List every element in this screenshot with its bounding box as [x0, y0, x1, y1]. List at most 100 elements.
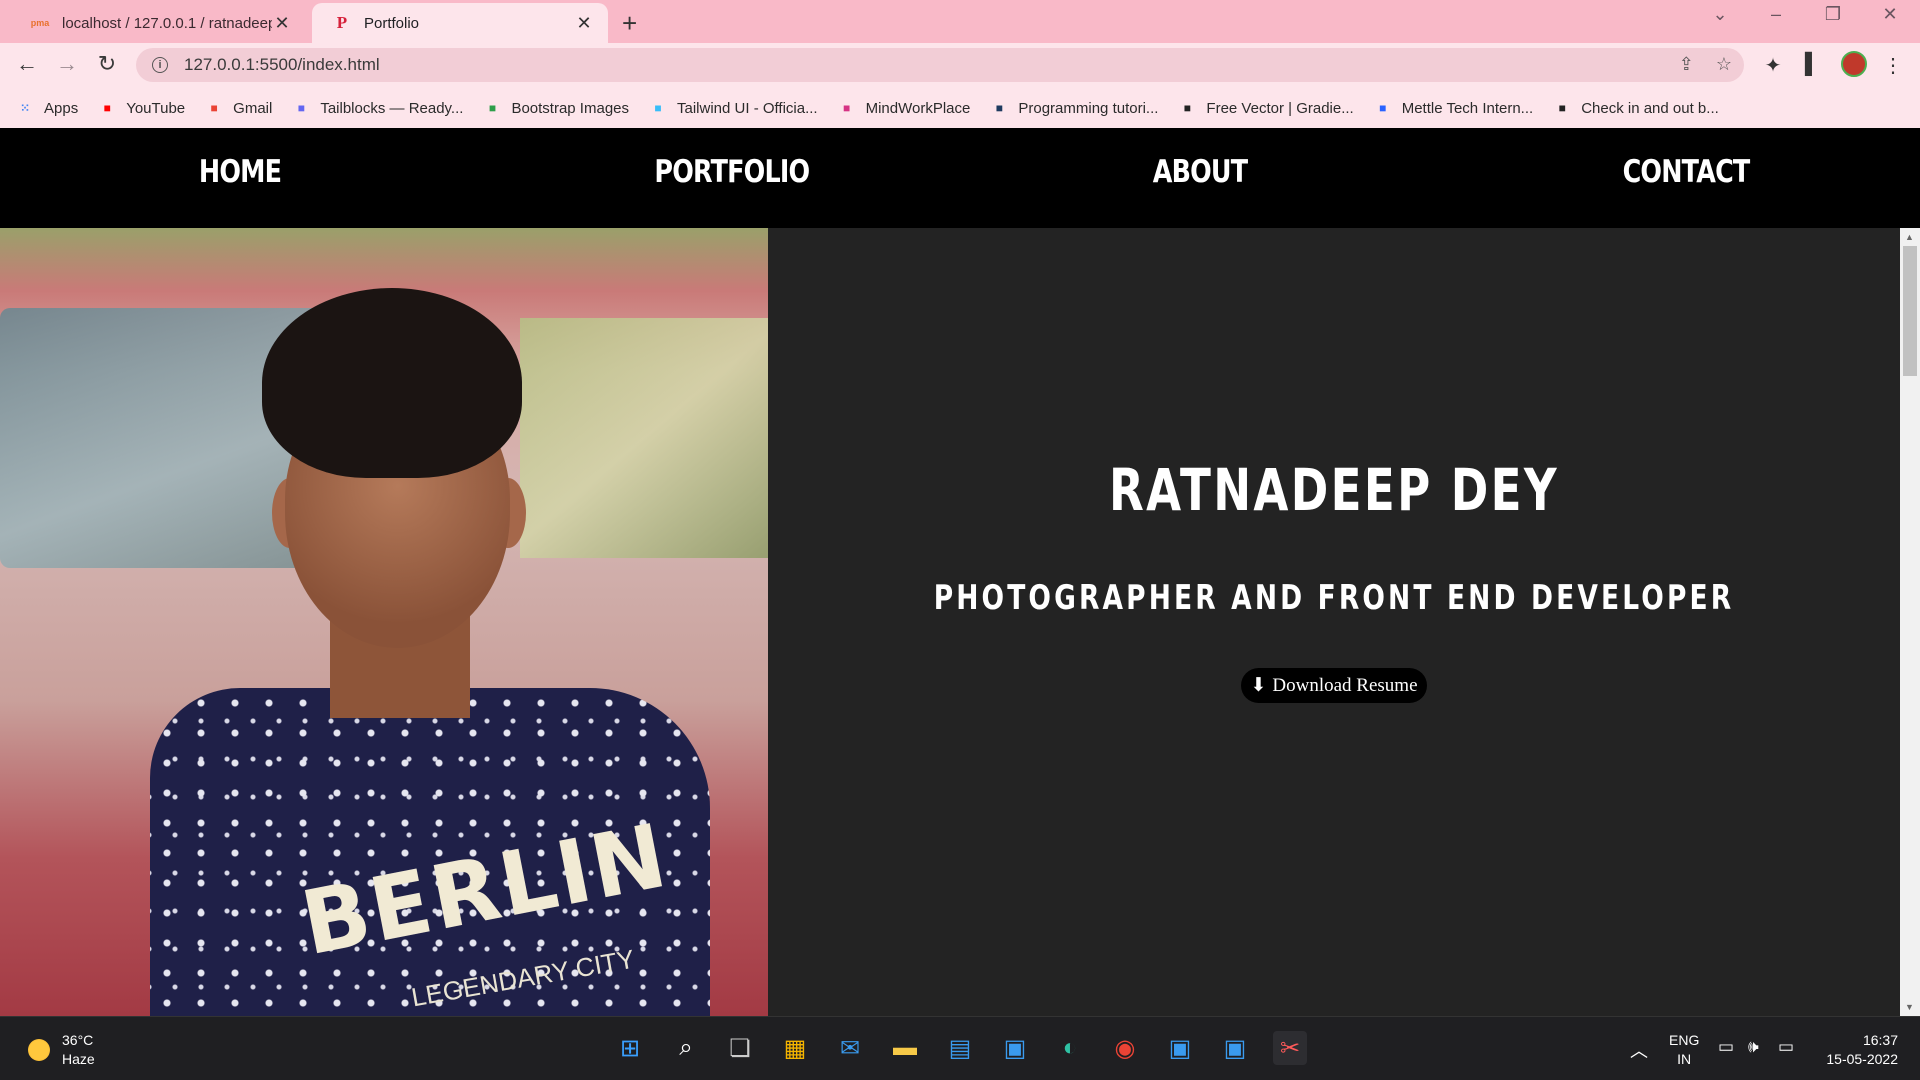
scrollbar-thumb[interactable] — [1903, 246, 1917, 376]
bookmark-star-icon[interactable]: ☆ — [1716, 54, 1732, 75]
language-indicator[interactable]: ENG IN — [1669, 1031, 1699, 1069]
browser-toolbar: ← → ↻ i 127.0.0.1:5500/index.html ⇪ ☆ ✦ … — [0, 43, 1920, 88]
back-arrow-icon[interactable]: ← — [12, 51, 42, 77]
app-window-icon[interactable]: ▣ — [998, 1031, 1032, 1065]
bookmark-item[interactable]: ■ Free Vector | Gradie... — [1178, 99, 1354, 117]
new-tab-button[interactable]: + — [622, 8, 637, 39]
bookmark-label: YouTube — [126, 99, 186, 117]
bookmark-item[interactable]: ■ Bootstrap Images — [483, 99, 629, 117]
bookmark-item[interactable]: ■ Check in and out b... — [1553, 99, 1719, 117]
windows-start-icon[interactable]: ⊞ — [613, 1031, 647, 1065]
close-tab-icon[interactable]: ✕ — [574, 13, 594, 34]
reload-icon[interactable]: ↻ — [92, 51, 122, 77]
clock[interactable]: 16:37 15-05-2022 — [1818, 1031, 1898, 1069]
chrome-browser-icon[interactable]: ◉ — [1108, 1031, 1142, 1065]
bookmark-item[interactable]: ■ Gmail — [205, 99, 273, 117]
lang-code: ENG — [1669, 1032, 1700, 1048]
share-icon[interactable]: ⇪ — [1679, 54, 1694, 75]
mindworkplace-icon: ■ — [842, 101, 851, 115]
battery-icon[interactable]: ▭ — [1778, 1037, 1794, 1057]
sun-haze-icon — [28, 1039, 50, 1061]
address-bar[interactable]: i 127.0.0.1:5500/index.html ⇪ ☆ — [136, 48, 1744, 82]
page-scrollbar[interactable]: ▲ ▼ — [1900, 228, 1920, 1016]
mail-icon[interactable]: ✉ — [833, 1031, 867, 1065]
bookmark-item[interactable]: ■ Tailblocks — Ready... — [292, 99, 464, 117]
hero-section: RATNADEEP DEY PHOTOGRAPHER AND FRONT END… — [768, 228, 1900, 1016]
tab-phpmyadmin[interactable]: pma localhost / 127.0.0.1 / ratnadeep ✕ — [10, 3, 306, 43]
bookmark-item[interactable]: ■ Mettle Tech Intern... — [1374, 99, 1533, 117]
app-window-icon[interactable]: ▣ — [1163, 1031, 1197, 1065]
freepik-icon: ■ — [1183, 101, 1192, 115]
file-explorer-icon[interactable]: ▬ — [888, 1031, 922, 1065]
tab-title: Portfolio — [364, 14, 420, 32]
extensions-puzzle-icon[interactable]: ✦ — [1759, 53, 1787, 78]
nav-portfolio-link[interactable]: PORTFOLIO — [654, 154, 810, 190]
menu-kebab-icon[interactable]: ⋮ — [1879, 53, 1907, 78]
bookmarks-bar: ⁙ Apps ■ YouTube ■ Gmail ■ Tailblocks — Ready..… — [0, 88, 1920, 128]
bookmark-label: Bootstrap Images — [511, 99, 629, 117]
browser-tab-strip: pma localhost / 127.0.0.1 / ratnadeep ✕ … — [0, 0, 1920, 43]
phpmyadmin-icon: pma — [30, 18, 50, 28]
search-icon[interactable]: ⌕ — [669, 1031, 703, 1065]
tailblocks-icon: ■ — [297, 101, 305, 115]
tab-search-chevron-icon[interactable]: ⌄ — [1700, 4, 1740, 25]
gmail-icon: ■ — [210, 101, 218, 115]
portfolio-favicon-icon: P — [336, 13, 348, 32]
task-view-icon[interactable]: ❏ — [723, 1031, 757, 1065]
network-icon[interactable]: ▭ — [1718, 1037, 1734, 1057]
calendar-icon[interactable]: ▤ — [943, 1031, 977, 1065]
nav-home-link[interactable]: HOME — [191, 154, 289, 190]
bookmark-label: Tailblocks — Ready... — [320, 99, 464, 117]
profile-photo: BERLIN LEGENDARY CITY — [0, 228, 768, 1016]
scroll-down-icon[interactable]: ▼ — [1905, 1002, 1914, 1012]
close-tab-icon[interactable]: ✕ — [272, 13, 292, 34]
show-hidden-icons-chevron-icon[interactable]: ︿ — [1630, 1037, 1648, 1063]
bookmark-label: Check in and out b... — [1581, 99, 1719, 117]
forward-arrow-icon[interactable]: → — [52, 51, 82, 77]
portfolio-page: HOME PORTFOLIO ABOUT CONTACT BERLIN LEGE… — [0, 128, 1920, 1016]
weather-temp: 36°C — [62, 1032, 94, 1048]
weather-desc: Haze — [62, 1051, 95, 1067]
tab-portfolio[interactable]: P Portfolio ✕ — [312, 3, 608, 43]
bookmark-label: Mettle Tech Intern... — [1401, 99, 1534, 117]
bookmark-label: Free Vector | Gradie... — [1206, 99, 1354, 117]
youtube-icon: ■ — [103, 101, 111, 115]
tab-title: localhost / 127.0.0.1 / ratnadeep — [62, 14, 272, 32]
volume-icon[interactable]: 🕪 — [1748, 1037, 1759, 1057]
scroll-up-icon[interactable]: ▲ — [1905, 232, 1914, 242]
restore-button[interactable]: ❐ — [1813, 4, 1853, 25]
bookmark-item[interactable]: ■ YouTube — [98, 99, 186, 117]
edge-browser-icon[interactable]: ◐ — [1053, 1031, 1087, 1065]
side-panel-icon[interactable]: ▌ — [1798, 53, 1826, 76]
bookmark-label: Tailwind UI - Officia... — [677, 99, 818, 117]
apps-grid-icon: ⁙ — [19, 101, 31, 115]
bookmark-item[interactable]: ■ Tailwind UI - Officia... — [649, 99, 818, 117]
bookmark-label: Gmail — [233, 99, 273, 117]
app-window-icon[interactable]: ▣ — [1218, 1031, 1252, 1065]
bookmark-item[interactable]: ■ MindWorkPlace — [838, 99, 971, 117]
hashnode-icon: ■ — [995, 101, 1003, 115]
weather-widget[interactable]: 36°C Haze — [28, 1031, 95, 1069]
bookmark-label: MindWorkPlace — [865, 99, 971, 117]
download-resume-button[interactable]: ⬇ Download Resume — [1241, 668, 1427, 703]
microsoft-store-icon[interactable]: ▦ — [778, 1031, 812, 1065]
codepen-icon: ■ — [1558, 101, 1566, 115]
site-info-icon[interactable]: i — [152, 57, 168, 73]
mettle-icon: ■ — [1379, 101, 1387, 115]
profile-avatar[interactable] — [1841, 51, 1867, 77]
nav-contact-link[interactable]: CONTACT — [1623, 154, 1751, 190]
lang-region: IN — [1677, 1051, 1692, 1067]
bookmark-item[interactable]: ⁙ Apps — [16, 99, 78, 117]
bookmark-label: Programming tutori... — [1018, 99, 1159, 117]
minimize-button[interactable]: – — [1756, 4, 1796, 25]
close-window-button[interactable]: ✕ — [1870, 4, 1910, 25]
bookmark-label: Apps — [44, 99, 79, 117]
snipping-tool-icon[interactable]: ✂ — [1273, 1031, 1307, 1065]
site-navbar: HOME PORTFOLIO ABOUT CONTACT — [0, 128, 1920, 228]
bookmark-item[interactable]: ■ Programming tutori... — [990, 99, 1159, 117]
w3-icon: ■ — [488, 101, 497, 115]
hero-tagline: PHOTOGRAPHER AND FRONT END DEVELOPER — [933, 578, 1735, 618]
download-icon: ⬇ — [1250, 675, 1267, 696]
nav-about-link[interactable]: ABOUT — [1151, 154, 1249, 190]
hero-name: RATNADEEP DEY — [1109, 456, 1559, 524]
